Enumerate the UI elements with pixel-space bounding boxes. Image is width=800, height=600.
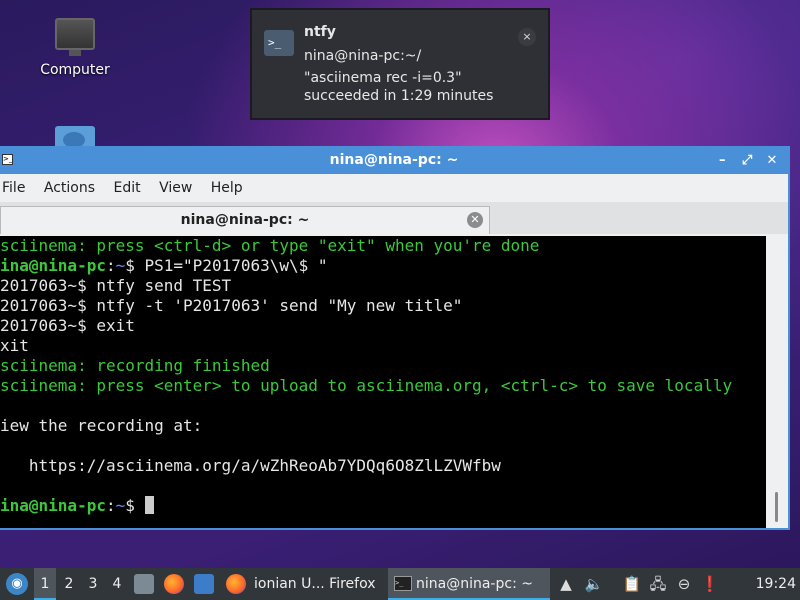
folder-icon[interactable] xyxy=(55,126,95,148)
window-titlebar[interactable]: >_ nina@nina-pc: ~ – ⤢ ✕ xyxy=(0,148,788,174)
terminal-line: sciinema: press <enter> to upload to asc… xyxy=(0,376,733,395)
window-title: nina@nina-pc: ~ xyxy=(329,152,459,168)
menu-file[interactable]: File xyxy=(2,174,25,202)
prompt-command: $ PS1="P2017063\w\$ " xyxy=(125,256,328,275)
notification-body-line: "asciinema rec -i=0.3" xyxy=(304,70,462,86)
desktop-icon-label: Computer xyxy=(40,62,110,78)
terminal-icon[interactable]: >_ xyxy=(2,154,13,165)
taskbar: ◉ 1 2 3 4 ionian U... Firefox >_ nina@ni… xyxy=(0,568,800,600)
firefox-launcher-icon[interactable] xyxy=(164,574,184,594)
workspace-2[interactable]: 2 xyxy=(58,568,80,600)
task-label: ionian U... Firefox xyxy=(254,576,376,592)
workspace-3[interactable]: 3 xyxy=(82,568,104,600)
scrollbar-thumb[interactable] xyxy=(775,492,778,522)
computer-icon xyxy=(55,18,95,56)
task-label: nina@nina-pc: ~ xyxy=(416,576,533,592)
menu-actions[interactable]: Actions xyxy=(44,174,95,202)
terminal-line: https://asciinema.org/a/wZhReoAb7YDQq6O8… xyxy=(0,456,501,475)
tab-title: nina@nina-pc: ~ xyxy=(180,212,310,228)
terminal-line: sciinema: recording finished xyxy=(0,356,270,375)
terminal-line: 2017063~$ exit xyxy=(0,316,135,335)
close-icon[interactable]: × xyxy=(518,28,536,46)
terminal-window: >_ nina@nina-pc: ~ – ⤢ ✕ File Actions Ed… xyxy=(0,146,790,530)
menu-view[interactable]: View xyxy=(159,174,192,202)
prompt-user: ina@nina-pc xyxy=(0,496,106,515)
workspace-1[interactable]: 1 xyxy=(34,568,56,600)
terminal-line: 2017063~$ ntfy send TEST xyxy=(0,276,232,295)
menu-help[interactable]: Help xyxy=(211,174,243,202)
application-menu-icon[interactable]: ◉ xyxy=(6,573,28,595)
terminal-icon: >_ xyxy=(394,576,412,591)
prompt-path: ~ xyxy=(115,256,126,275)
prompt-command: $ xyxy=(125,496,145,515)
notifications-icon[interactable]: ❗ xyxy=(700,568,720,600)
terminal-icon: >_ xyxy=(264,30,294,56)
notification-body-line: nina@nina-pc:~/ xyxy=(304,48,422,64)
terminal-line: ina@nina-pc:~$ xyxy=(0,496,788,516)
prompt-separator: : xyxy=(105,496,116,515)
battery-icon[interactable]: ⊖ xyxy=(674,568,694,600)
close-icon[interactable]: ✕ xyxy=(467,212,483,228)
notification-body-line: succeeded in 1:29 minutes xyxy=(304,88,494,104)
tab-terminal[interactable]: nina@nina-pc: ~ ✕ xyxy=(0,206,490,234)
close-button[interactable]: ✕ xyxy=(762,149,782,173)
file-manager-icon[interactable] xyxy=(134,574,154,594)
text-cursor xyxy=(144,496,154,514)
workspace-4[interactable]: 4 xyxy=(106,568,128,600)
prompt-separator: : xyxy=(105,256,116,275)
tab-bar: nina@nina-pc: ~ ✕ xyxy=(0,202,788,234)
prompt-user: ina@nina-pc xyxy=(0,256,106,275)
show-desktop-icon[interactable] xyxy=(194,574,214,594)
volume-icon[interactable]: 🔈 xyxy=(584,568,604,600)
firefox-icon xyxy=(226,574,246,594)
terminal-output[interactable]: sciinema: press <ctrl-d> or type "exit" … xyxy=(0,236,788,528)
clipboard-icon[interactable]: 📋 xyxy=(622,568,642,600)
minimize-button[interactable]: – xyxy=(712,149,732,173)
prompt-path: ~ xyxy=(115,496,126,515)
notification-title: ntfy xyxy=(304,24,336,40)
menu-edit[interactable]: Edit xyxy=(113,174,140,202)
notification-popup[interactable]: >_ ntfy nina@nina-pc:~/ "asciinema rec -… xyxy=(250,8,550,120)
network-icon[interactable]: 🖧 xyxy=(648,568,668,600)
terminal-line: 2017063~$ ntfy -t 'P2017063' send "My ne… xyxy=(0,296,463,315)
terminal-line: iew the recording at: xyxy=(0,416,203,435)
task-terminal[interactable]: >_ nina@nina-pc: ~ xyxy=(388,568,550,600)
desktop-icon-computer[interactable]: Computer xyxy=(34,18,116,78)
terminal-line: sciinema: press <ctrl-d> or type "exit" … xyxy=(0,236,540,255)
clock[interactable]: 19:24 xyxy=(752,568,796,600)
terminal-line: ina@nina-pc:~$ PS1="P2017063\w\$ " xyxy=(0,256,788,276)
task-firefox[interactable]: ionian U... Firefox xyxy=(222,568,382,600)
clipboard-up-icon[interactable]: ▲ xyxy=(556,568,576,600)
terminal-line: xit xyxy=(0,336,29,355)
menubar: File Actions Edit View Help xyxy=(0,174,788,202)
scrollbar[interactable] xyxy=(766,236,788,528)
maximize-button[interactable]: ⤢ xyxy=(737,149,757,173)
